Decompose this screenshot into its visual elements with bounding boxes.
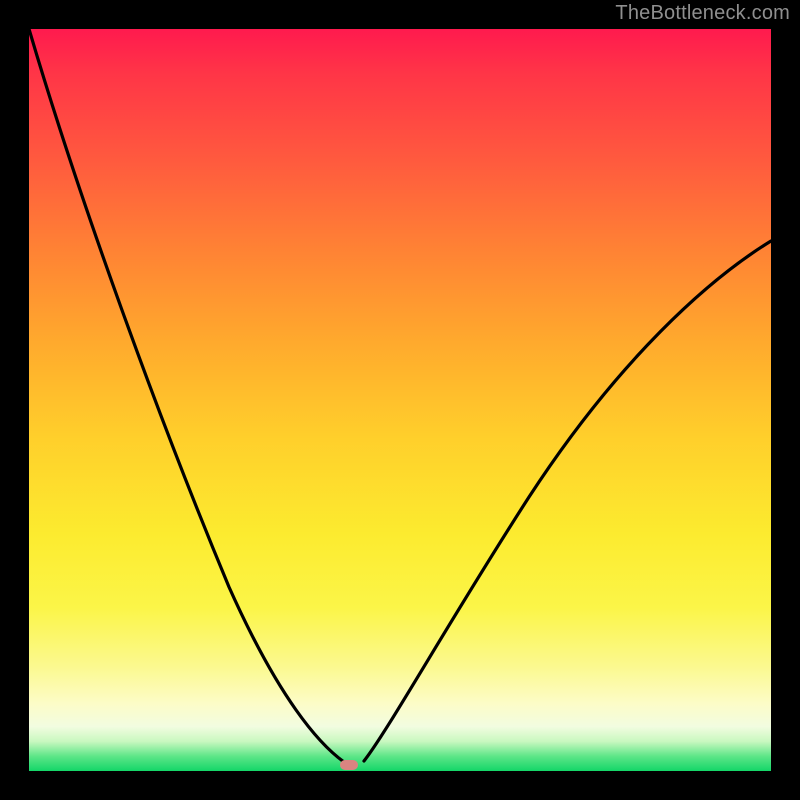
left-curve <box>29 29 344 762</box>
right-curve <box>364 241 771 761</box>
min-marker <box>340 760 358 770</box>
attribution-text: TheBottleneck.com <box>615 2 790 25</box>
curve-svg <box>29 29 771 771</box>
chart-container: TheBottleneck.com <box>0 0 800 800</box>
plot-area <box>29 29 771 771</box>
